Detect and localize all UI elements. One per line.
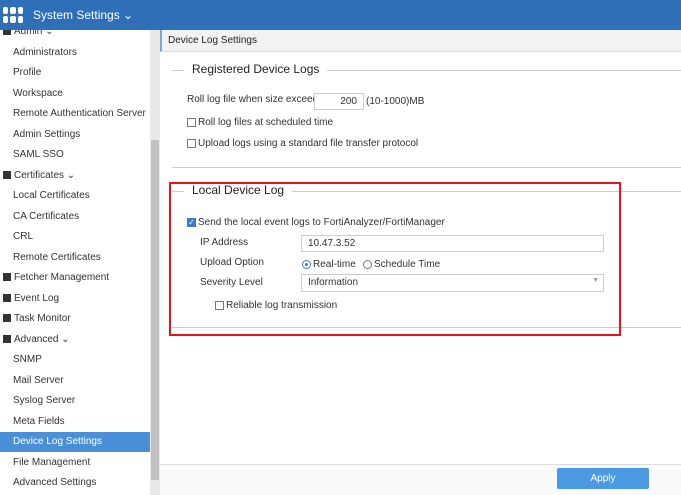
sidebar-item[interactable]: Local Certificates: [0, 186, 150, 206]
fortinet-logo-icon[interactable]: [3, 7, 23, 23]
group-icon: [3, 314, 11, 322]
sidebar-item[interactable]: Admin ⌄: [0, 30, 150, 42]
sidebar-item-label: Syslog Server: [13, 395, 76, 406]
sidebar-item[interactable]: Certificates ⌄: [0, 166, 150, 186]
roll-size-input[interactable]: 200: [314, 93, 364, 110]
sidebar-item[interactable]: Advanced ⌄: [0, 330, 150, 350]
sidebar-item-label: Event Log: [14, 292, 60, 304]
sidebar-item[interactable]: Device Log Settings: [0, 432, 150, 452]
sidebar-item[interactable]: Event Log: [0, 289, 150, 309]
chevron-down-icon[interactable]: ⌄: [64, 170, 75, 181]
apply-button[interactable]: Apply: [557, 468, 649, 489]
system-settings-menu[interactable]: System Settings ⌄: [33, 8, 133, 22]
sidebar-item[interactable]: Meta Fields: [0, 412, 150, 432]
sidebar-item-label: File Management: [13, 456, 91, 468]
group-icon: [3, 293, 11, 302]
sidebar-item-label: Advanced: [14, 333, 59, 345]
sidebar-item-label: Device Log Settings: [13, 436, 102, 447]
sidebar-item-label: Mail Server: [13, 374, 64, 386]
sidebar-item-label: Advanced Settings: [13, 477, 97, 488]
sidebar-item-label: Meta Fields: [13, 415, 65, 427]
sidebar-item[interactable]: File Management: [0, 453, 150, 473]
highlight-box: [169, 182, 621, 336]
group-icon: [3, 334, 11, 343]
sidebar: Admin ⌄ Administrators Profile Workspace Rem…: [0, 30, 150, 495]
sidebar-item[interactable]: SAML SSO: [0, 145, 150, 165]
sidebar-item[interactable]: Remote Certificates: [0, 248, 150, 268]
sidebar-item-label: CRL: [13, 231, 34, 242]
sidebar-item-label: SAML SSO: [13, 149, 64, 160]
breadcrumb: Device Log Settings: [160, 30, 681, 52]
sidebar-item-label: Fetcher Management: [14, 272, 110, 283]
sidebar-item-label: Profile: [13, 67, 42, 78]
sidebar-item-label: CA Certificates: [13, 210, 80, 222]
sidebar-item[interactable]: Admin Settings: [0, 125, 150, 145]
sidebar-item[interactable]: Profile: [0, 63, 150, 83]
chevron-down-icon[interactable]: ⌄: [42, 30, 53, 37]
sidebar-item[interactable]: Workspace: [0, 84, 150, 104]
sidebar-item-label: Local Certificates: [13, 190, 90, 201]
sidebar-item-label: Remote Authentication Server: [13, 108, 146, 119]
sidebar-item[interactable]: SNMP: [0, 350, 150, 370]
sidebar-item-label: Workspace: [13, 87, 63, 99]
sidebar-item[interactable]: Administrators: [0, 43, 150, 63]
group-icon: [3, 170, 11, 179]
sidebar-item[interactable]: Fetcher Management: [0, 268, 150, 288]
group-icon: [3, 273, 11, 281]
upload-std-checkbox[interactable]: Upload logs using a standard file transf…: [187, 138, 418, 149]
sidebar-item[interactable]: Task Monitor: [0, 309, 150, 329]
sidebar-item[interactable]: Advanced Settings: [0, 473, 150, 493]
top-bar: System Settings ⌄: [0, 0, 681, 30]
sidebar-item-label: Administrators: [13, 46, 77, 58]
sidebar-item-label: Admin Settings: [13, 128, 81, 140]
group-icon: [3, 30, 11, 35]
sidebar-item-label: SNMP: [13, 354, 42, 365]
sidebar-item-label: Admin: [14, 30, 43, 37]
roll-size-label: Roll log file when size exceeds: [187, 94, 324, 105]
sidebar-item[interactable]: Mail Server: [0, 371, 150, 391]
sidebar-item[interactable]: Syslog Server: [0, 391, 150, 411]
sidebar-item-label: Task Monitor: [14, 313, 71, 324]
roll-range-label: (10-1000)MB: [366, 96, 425, 107]
sidebar-item[interactable]: Remote Authentication Server: [0, 104, 150, 124]
sidebar-item-label: Remote Certificates: [13, 251, 101, 263]
chevron-down-icon[interactable]: ⌄: [58, 334, 69, 345]
section-title: Registered Device Logs: [184, 62, 328, 76]
sidebar-item[interactable]: CRL: [0, 227, 150, 247]
scrollbar-thumb[interactable]: [151, 140, 159, 480]
sidebar-item[interactable]: CA Certificates: [0, 207, 150, 227]
roll-scheduled-checkbox[interactable]: Roll log files at scheduled time: [187, 117, 333, 128]
sidebar-item-label: Certificates: [14, 169, 65, 181]
